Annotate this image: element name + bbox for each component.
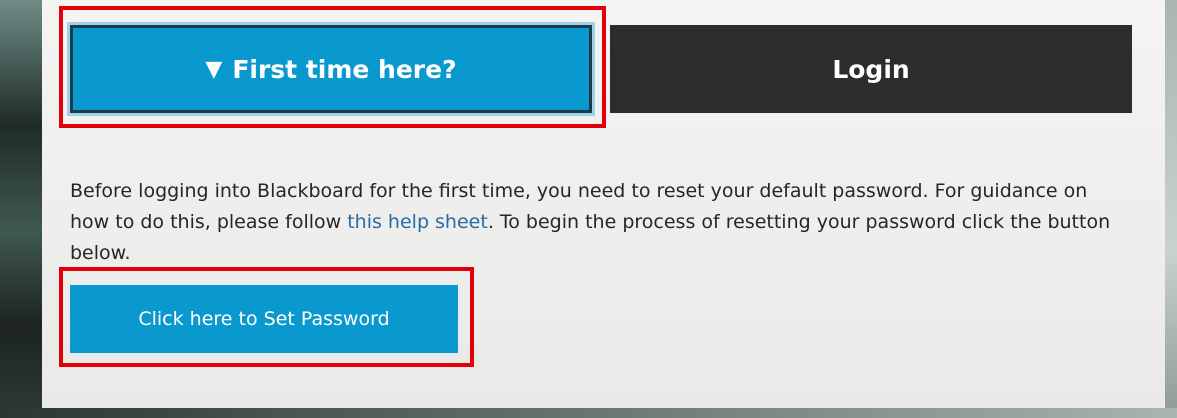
login-tab-label: Login (832, 54, 910, 84)
first-time-instructions: Before logging into Blackboard for the f… (70, 176, 1130, 269)
login-panel: ▼ First time here? Login Before logging … (42, 0, 1165, 408)
background-image-right (1165, 0, 1177, 418)
help-sheet-link[interactable]: this help sheet (347, 211, 488, 233)
first-time-tab-label: First time here? (232, 54, 457, 84)
background-image-left (0, 0, 42, 418)
background-image-bottom (0, 408, 1177, 418)
login-tab[interactable]: Login (610, 25, 1132, 113)
triangle-down-icon: ▼ (205, 56, 223, 82)
set-password-button[interactable]: Click here to Set Password (70, 285, 458, 353)
first-time-tab[interactable]: ▼ First time here? (70, 25, 592, 113)
